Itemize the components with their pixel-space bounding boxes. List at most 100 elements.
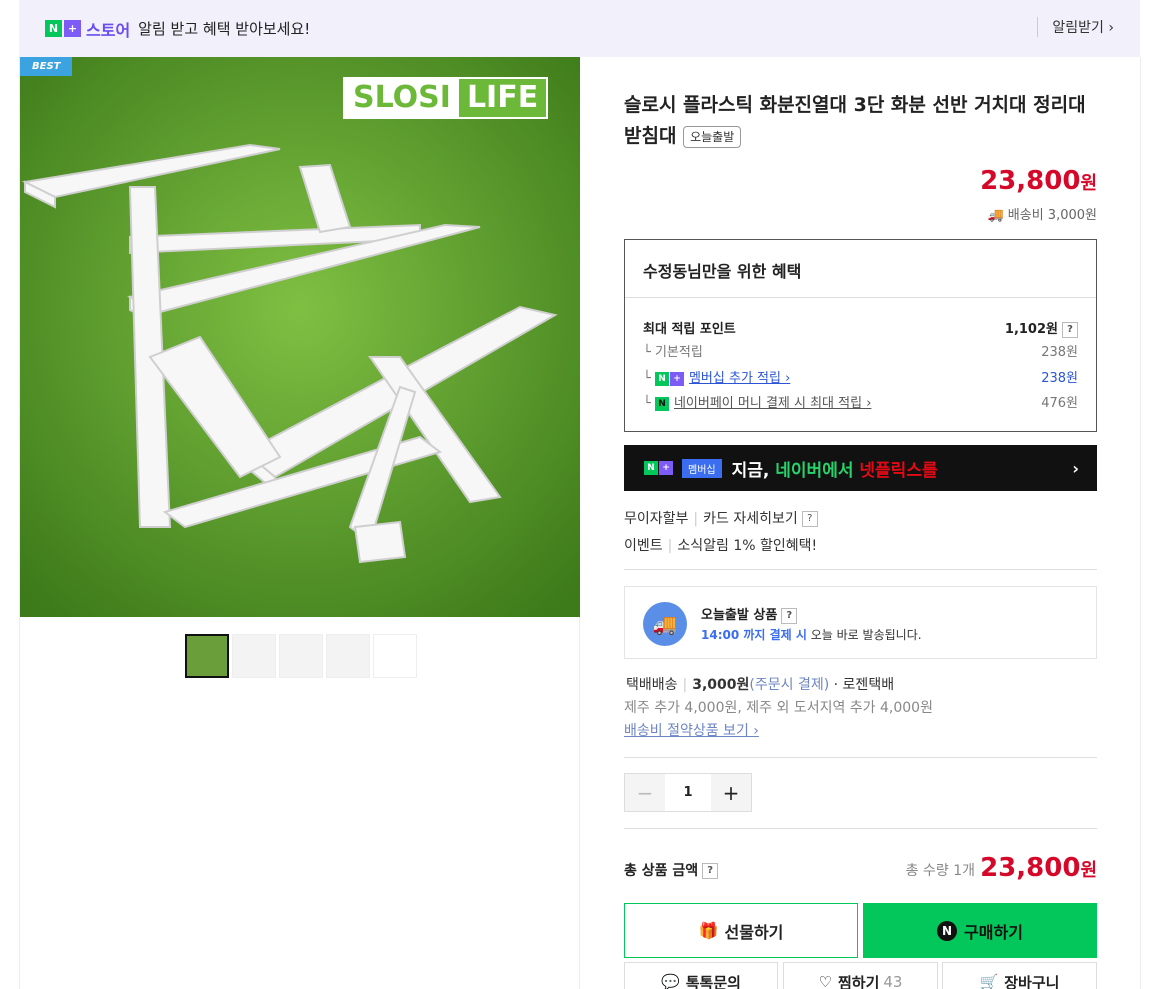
- thumbnail-2[interactable]: [232, 634, 276, 678]
- banner-text-1: 지금,: [731, 460, 770, 481]
- help-icon-today[interactable]: ?: [781, 607, 798, 624]
- delivery-carrier: · 로젠택배: [833, 677, 895, 693]
- product-main-image[interactable]: BEST SLOSI LIFE: [20, 57, 580, 617]
- chat-icon: 💬: [661, 973, 680, 989]
- quantity-decrease-button[interactable]: −: [625, 774, 665, 811]
- delivery-truck-icon: 🚚: [643, 602, 687, 646]
- npay-icon: N: [654, 396, 669, 411]
- price-value: 23,800: [980, 166, 1081, 196]
- nplus-banner-icon: N +: [644, 461, 673, 475]
- gallery-column: BEST SLOSI LIFE: [19, 57, 580, 989]
- gift-label: 선물하기: [724, 922, 784, 942]
- banner-text-2: 네이버에서: [775, 460, 854, 481]
- buy-button[interactable]: N 구매하기: [863, 903, 1097, 958]
- installment-link[interactable]: 무이자할부: [624, 511, 688, 527]
- divider: [624, 569, 1097, 570]
- wish-count: 43: [883, 973, 903, 989]
- benefit-box: 수정동님만을 위한 혜택 최대 적립 포인트 1,102원? └ 기본적립 23…: [624, 239, 1097, 432]
- delivery-extra: 제주 추가 4,000원, 제주 외 도서지역 추가 4,000원: [624, 700, 933, 716]
- plant-stand-illustration: [20, 57, 580, 617]
- wish-button[interactable]: ♡ 찜하기 43: [783, 962, 938, 989]
- today-shipping-tag: 오늘출발: [683, 125, 742, 148]
- store-label[interactable]: 스토어: [86, 17, 130, 41]
- thumbnail-1[interactable]: [185, 634, 229, 678]
- cart-button[interactable]: 🛒 장바구니: [942, 962, 1097, 989]
- gift-icon: 🎁: [698, 921, 719, 940]
- payment-row-2: 이벤트 | 소식알림 1% 할인혜택!: [624, 538, 818, 554]
- max-points-label: 최대 적립 포인트: [643, 322, 736, 337]
- shipping-save-link[interactable]: 배송비 절약상품 보기 ›: [624, 720, 759, 740]
- npay-points-value: 476원: [1041, 396, 1078, 411]
- divider: [624, 757, 1097, 758]
- basic-points-row: └ 기본적립 238원: [643, 341, 1078, 360]
- payment-row-1: 무이자할부 | 카드 자세히보기?: [624, 508, 818, 528]
- divider: [624, 828, 1097, 829]
- cart-label: 장바구니: [1004, 973, 1060, 989]
- max-points-value: 1,102원: [1004, 322, 1058, 337]
- today-shipping-desc: 14:00 까지 결제 시 오늘 바로 발송됩니다.: [701, 626, 922, 643]
- talk-button[interactable]: 💬 톡톡문의: [624, 962, 778, 989]
- thumbnail-4[interactable]: [326, 634, 370, 678]
- banner-text-3: 넷플릭스를: [859, 460, 938, 481]
- npay-points-link[interactable]: 네이버페이 머니 결제 시 최대 적립 ›: [674, 396, 871, 411]
- shipping-text: 배송비 3,000원: [1007, 208, 1097, 223]
- help-icon-total[interactable]: ?: [702, 863, 719, 879]
- netflix-banner[interactable]: N + 멤버십 지금, 네이버에서 넷플릭스를 ›: [624, 445, 1097, 491]
- heart-icon: ♡: [818, 973, 832, 989]
- product-title: 슬로시 플라스틱 화분진열대 3단 화분 선반 거치대 정리대 받침대 오늘출발: [624, 90, 1097, 152]
- wish-label: 찜하기: [837, 973, 880, 989]
- best-badge-overlay: BEST: [20, 57, 73, 76]
- membership-points-row: └ N + 멤버십 추가 적립 › 238원: [643, 367, 1078, 386]
- buy-label: 구매하기: [964, 922, 1023, 942]
- top-notification-bar: N + 스토어 알림 받고 혜택 받아보세요! 알림받기 ›: [19, 0, 1140, 57]
- total-price: 23,800원: [980, 853, 1097, 883]
- nplus-mini-icon: N +: [654, 371, 684, 386]
- delivery-info: 택배배송 | 3,000원(주문시 결제) · 로젠택배: [626, 677, 895, 693]
- total-price-unit: 원: [1080, 860, 1097, 881]
- delivery-type: 택배배송: [626, 677, 678, 693]
- notification-discount[interactable]: 소식알림 1% 할인혜택!: [677, 538, 817, 554]
- thumbnail-strip: [185, 634, 417, 678]
- membership-points-value: 238원: [1041, 371, 1078, 386]
- quantity-stepper: − 1 +: [624, 773, 752, 812]
- thumbnail-3[interactable]: [279, 634, 323, 678]
- help-icon-card[interactable]: ?: [801, 511, 818, 527]
- product-price: 23,800원: [980, 166, 1097, 196]
- total-quantity: 총 수량 1개: [905, 863, 975, 879]
- nplus-logo[interactable]: N +: [45, 20, 81, 37]
- chevron-right-icon: ›: [1072, 458, 1079, 478]
- total-price-value: 23,800: [980, 853, 1081, 883]
- today-title-text: 오늘출발 상품: [701, 608, 778, 623]
- price-unit: 원: [1080, 173, 1097, 194]
- logo-text-1-overlay: SLOSI: [345, 79, 459, 117]
- npay-points-row: └ N 네이버페이 머니 결제 시 최대 적립 › 476원: [643, 392, 1078, 411]
- quantity-value[interactable]: 1: [665, 774, 711, 811]
- card-detail-link[interactable]: 카드 자세히보기: [703, 511, 798, 527]
- thumbnail-5[interactable]: [373, 634, 417, 678]
- truck-icon: 🚚: [987, 208, 1008, 223]
- logo-text-2-overlay: LIFE: [458, 79, 547, 117]
- cutoff-time: 14:00 까지 결제 시: [701, 628, 807, 642]
- right-border: [1140, 57, 1141, 989]
- naver-n-icon: N: [45, 20, 62, 37]
- today-shipping-title: 오늘출발 상품?: [701, 604, 798, 624]
- talk-label: 톡톡문의: [685, 973, 741, 989]
- basic-points-value: 238원: [1041, 345, 1078, 360]
- page: N + 스토어 알림 받고 혜택 받아보세요! 알림받기 › BEST SLOS…: [0, 0, 1149, 989]
- benefit-heading: 수정동님만을 위한 혜택: [625, 240, 1096, 298]
- today-shipping-box: 🚚 오늘출발 상품? 14:00 까지 결제 시 오늘 바로 발송됩니다.: [624, 586, 1097, 659]
- event-label: 이벤트: [624, 538, 663, 554]
- max-points-row: 최대 적립 포인트 1,102원?: [643, 318, 1078, 338]
- plus-icon: +: [64, 20, 81, 37]
- alarm-button[interactable]: 알림받기 ›: [1037, 17, 1114, 37]
- membership-points-link[interactable]: 멤버십 추가 적립 ›: [689, 371, 790, 386]
- notification-message: 알림 받고 혜택 받아보세요!: [138, 20, 311, 38]
- gift-button[interactable]: 🎁 선물하기: [624, 903, 858, 958]
- shipping-fee: 🚚 배송비 3,000원: [987, 204, 1097, 223]
- brand-logo-overlay: SLOSI LIFE: [343, 77, 549, 119]
- quantity-increase-button[interactable]: +: [711, 774, 751, 811]
- help-icon[interactable]: ?: [1062, 321, 1078, 338]
- basic-points-label: 기본적립: [654, 345, 703, 360]
- delivery-fee: 3,000원: [692, 677, 750, 693]
- delivery-fee-note: (주문시 결제): [749, 677, 830, 693]
